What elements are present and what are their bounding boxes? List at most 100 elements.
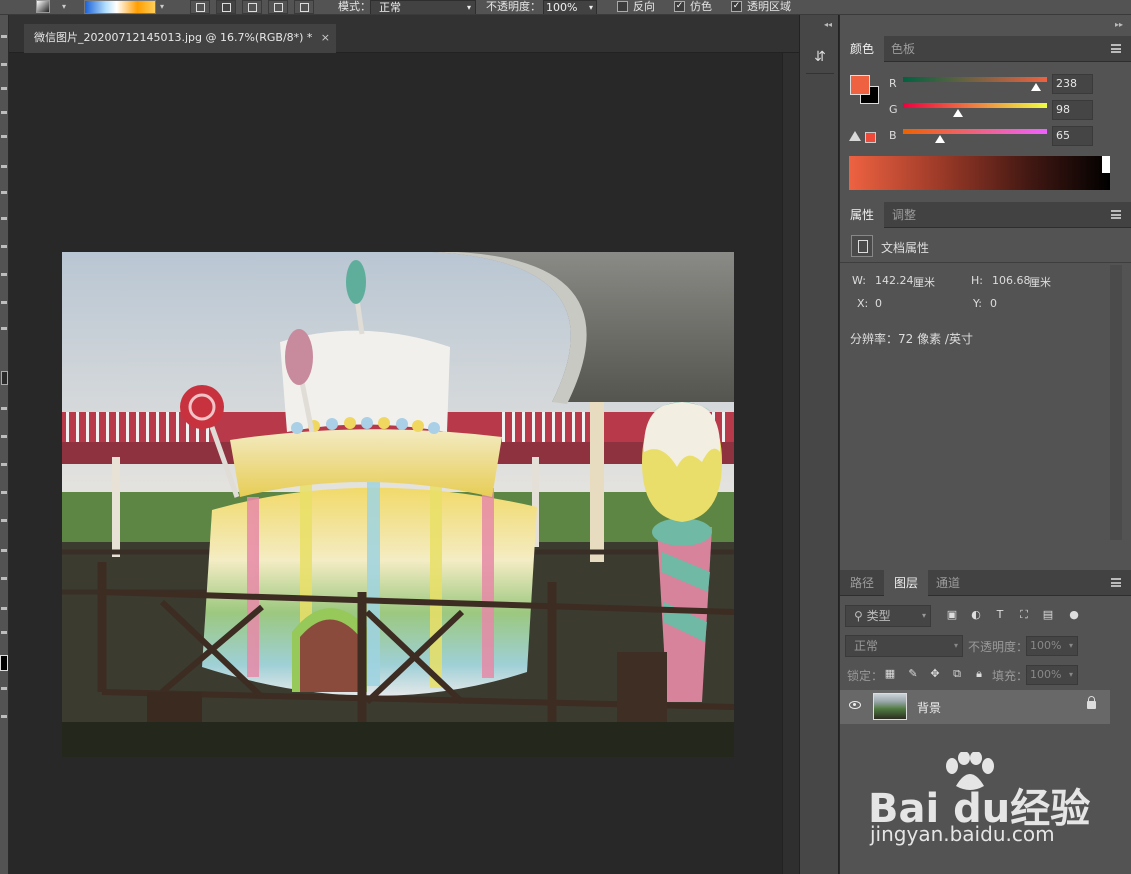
properties-panel-tabs: 属性 调整: [840, 202, 1131, 228]
brush-tool-icon[interactable]: [1, 217, 7, 220]
quick-mask-icon[interactable]: [1, 687, 7, 690]
layer-opacity-field[interactable]: 100% ▾: [1026, 636, 1078, 656]
eyedropper-tool-icon[interactable]: [1, 165, 7, 168]
close-icon[interactable]: ×: [321, 24, 330, 51]
type-filter-icon[interactable]: T: [994, 609, 1006, 621]
pen-tool-icon[interactable]: [1, 435, 7, 438]
dither-label: 仿色: [690, 0, 712, 13]
panel-menu-icon[interactable]: [1111, 210, 1121, 219]
mode-select[interactable]: 正常 ▾: [370, 0, 476, 14]
dither-checkbox[interactable]: ✓: [674, 1, 685, 12]
move-tool-icon[interactable]: [1, 35, 7, 38]
tab-layers[interactable]: 图层: [884, 570, 929, 596]
white-swatch[interactable]: [1102, 156, 1110, 173]
opacity-field[interactable]: 100% ▾: [543, 0, 597, 14]
green-slider[interactable]: [903, 103, 1047, 117]
gradient-preview[interactable]: [84, 0, 156, 14]
layer-filter-select[interactable]: ⚲ 类型 ▾: [845, 605, 931, 627]
tools-panel: [0, 15, 9, 874]
foreground-color-swatch[interactable]: [0, 655, 8, 671]
color-ramp[interactable]: [849, 156, 1110, 190]
collapse-icon[interactable]: ◂◂: [824, 20, 832, 29]
healing-tool-icon[interactable]: [1, 191, 7, 194]
green-value-field[interactable]: 98: [1052, 100, 1093, 120]
y-value[interactable]: 0: [990, 297, 997, 310]
canvas-vertical-scrollbar[interactable]: [782, 53, 799, 874]
zoom-tool-icon[interactable]: [1, 577, 7, 580]
red-slider[interactable]: [903, 77, 1047, 91]
height-value[interactable]: 106.68: [992, 274, 1031, 287]
dodge-tool-icon[interactable]: [1, 407, 7, 410]
layers-panel-tabs: 路径 图层 通道: [840, 570, 1131, 596]
lock-transparent-icon[interactable]: ▦: [884, 668, 896, 680]
reverse-checkbox[interactable]: [617, 1, 628, 12]
marquee-tool-icon[interactable]: [1, 63, 7, 66]
width-value[interactable]: 142.24: [875, 274, 914, 287]
panel-menu-icon[interactable]: [1111, 578, 1121, 587]
gamut-color-swatch[interactable]: [865, 132, 876, 143]
tab-adjustments[interactable]: 调整: [882, 202, 926, 228]
shape-tool-icon[interactable]: [1, 519, 7, 522]
linear-gradient-button[interactable]: [190, 0, 210, 14]
filter-toggle-icon[interactable]: ●: [1068, 609, 1080, 621]
document-icon: [851, 235, 873, 257]
tab-color[interactable]: 颜色: [840, 36, 885, 62]
layer-row[interactable]: 背景: [840, 690, 1110, 724]
quick-select-tool-icon[interactable]: [1, 111, 7, 114]
gradient-tool-active-icon[interactable]: [1, 371, 8, 385]
gradient-tool-icon[interactable]: [1, 327, 7, 330]
tab-swatches[interactable]: 色板: [881, 36, 925, 62]
eraser-tool-icon[interactable]: [1, 301, 7, 304]
red-slider-thumb[interactable]: [1031, 83, 1041, 91]
history-panel-icon[interactable]: ⇵: [808, 45, 832, 69]
tab-channels[interactable]: 通道: [926, 570, 970, 596]
expand-icon[interactable]: ▸▸: [1115, 20, 1123, 29]
blue-slider-thumb[interactable]: [935, 135, 945, 143]
lock-image-icon[interactable]: ✎: [907, 668, 919, 680]
foreground-color-swatch[interactable]: [850, 75, 870, 95]
hand-tool-icon[interactable]: [1, 549, 7, 552]
swap-colors-icon[interactable]: [1, 631, 7, 634]
tab-properties[interactable]: 属性: [840, 202, 885, 228]
x-value[interactable]: 0: [875, 297, 882, 310]
diamond-gradient-button[interactable]: [294, 0, 314, 14]
reflected-gradient-button[interactable]: [268, 0, 288, 14]
document-tab-bar: 微信图片_20200712145013.jpg @ 16.7%(RGB/8*) …: [9, 15, 799, 53]
more-tools-icon[interactable]: [1, 607, 7, 610]
tool-preset-picker[interactable]: [36, 0, 50, 13]
shape-filter-icon[interactable]: ⛶: [1018, 609, 1030, 621]
radial-gradient-button[interactable]: [216, 0, 236, 14]
blend-mode-select[interactable]: 正常 ▾: [845, 635, 963, 657]
chevron-down-icon[interactable]: ▾: [58, 0, 70, 13]
green-slider-thumb[interactable]: [953, 109, 963, 117]
path-select-tool-icon[interactable]: [1, 491, 7, 494]
lock-all-icon[interactable]: 🔒︎: [973, 668, 985, 680]
fill-field[interactable]: 100% ▾: [1026, 665, 1078, 685]
lasso-tool-icon[interactable]: [1, 87, 7, 90]
blue-channel-label: B: [889, 129, 897, 142]
tab-paths[interactable]: 路径: [840, 570, 884, 596]
smart-object-filter-icon[interactable]: ▤: [1042, 609, 1054, 621]
stamp-tool-icon[interactable]: [1, 245, 7, 248]
screen-mode-icon[interactable]: [1, 715, 7, 718]
properties-scrollbar[interactable]: [1110, 265, 1122, 540]
panel-menu-icon[interactable]: [1111, 44, 1121, 53]
gamut-warning-icon[interactable]: [849, 131, 861, 141]
pixel-filter-icon[interactable]: ▣: [946, 609, 958, 621]
angle-gradient-button[interactable]: [242, 0, 262, 14]
crop-tool-icon[interactable]: [1, 135, 7, 138]
document-image[interactable]: [62, 252, 734, 757]
transparency-checkbox[interactable]: ✓: [731, 1, 742, 12]
lock-position-icon[interactable]: ✥: [929, 668, 941, 680]
red-value-field[interactable]: 238: [1052, 74, 1093, 94]
blue-value-field[interactable]: 65: [1052, 126, 1093, 146]
document-tab[interactable]: 微信图片_20200712145013.jpg @ 16.7%(RGB/8*) …: [24, 24, 336, 53]
chevron-down-icon[interactable]: ▾: [156, 0, 168, 13]
blue-slider[interactable]: [903, 129, 1047, 143]
type-tool-icon[interactable]: [1, 463, 7, 466]
history-brush-tool-icon[interactable]: [1, 273, 7, 276]
lock-artboard-icon[interactable]: ⧉: [951, 668, 963, 680]
height-unit: 厘米: [1029, 276, 1051, 289]
eye-icon[interactable]: [849, 701, 861, 709]
adjustment-filter-icon[interactable]: ◐: [970, 609, 982, 621]
